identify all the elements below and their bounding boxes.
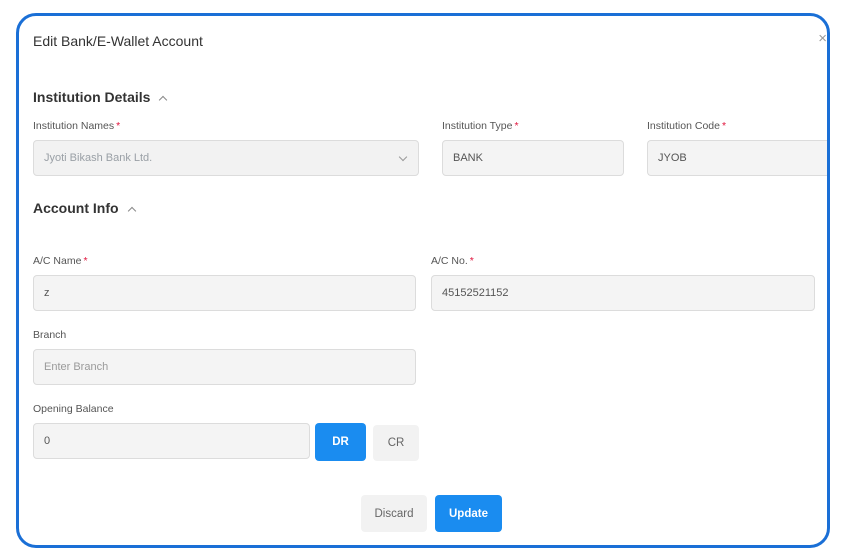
edit-account-modal: Edit Bank/E-Wallet Account × Institution… xyxy=(16,13,830,548)
modal-title: Edit Bank/E-Wallet Account xyxy=(33,33,203,49)
chevron-up-icon xyxy=(159,95,168,105)
branch-placeholder: Enter Branch xyxy=(44,361,109,373)
institution-names-select[interactable]: Jyoti Bikash Bank Ltd. xyxy=(33,140,419,176)
branch-label: Branch xyxy=(33,329,67,341)
institution-code-value: JYOB xyxy=(658,152,687,164)
institution-names-value: Jyoti Bikash Bank Ltd. xyxy=(44,152,153,164)
required-marker: * xyxy=(721,120,727,132)
required-marker: * xyxy=(514,120,519,132)
required-marker: * xyxy=(116,120,121,132)
update-button[interactable]: Update xyxy=(435,495,502,532)
chevron-down-icon xyxy=(398,152,408,162)
opening-balance-value: 0 xyxy=(44,435,51,447)
institution-code-label: Institution Code * xyxy=(647,120,727,132)
ac-no-input[interactable]: 45152521152 xyxy=(431,275,815,311)
institution-type-field[interactable]: BANK xyxy=(442,140,624,176)
dr-button[interactable]: DR xyxy=(315,423,366,461)
account-info-title: Account Info xyxy=(33,200,119,216)
close-icon[interactable]: × xyxy=(818,31,827,46)
ac-name-input[interactable]: z xyxy=(33,275,416,311)
institution-details-header[interactable]: Institution Details xyxy=(33,89,168,105)
institution-type-value: BANK xyxy=(453,152,483,164)
institution-names-label: Institution Names * xyxy=(33,120,121,132)
branch-input[interactable]: Enter Branch xyxy=(33,349,416,385)
institution-code-field[interactable]: JYOB xyxy=(647,140,827,176)
discard-button[interactable]: Discard xyxy=(361,495,427,532)
opening-balance-input[interactable]: 0 xyxy=(33,423,310,459)
cr-button[interactable]: CR xyxy=(373,425,419,461)
chevron-up-icon xyxy=(127,206,136,216)
required-marker: * xyxy=(83,255,88,267)
institution-type-label: Institution Type * xyxy=(442,120,519,132)
required-marker: * xyxy=(469,255,474,267)
ac-name-label: A/C Name * xyxy=(33,255,88,267)
ac-no-value: 45152521152 xyxy=(442,287,509,299)
ac-name-value: z xyxy=(44,287,50,299)
account-info-header[interactable]: Account Info xyxy=(33,200,136,216)
institution-details-title: Institution Details xyxy=(33,89,151,105)
ac-no-label: A/C No. * xyxy=(431,255,474,267)
opening-balance-label: Opening Balance xyxy=(33,403,114,415)
